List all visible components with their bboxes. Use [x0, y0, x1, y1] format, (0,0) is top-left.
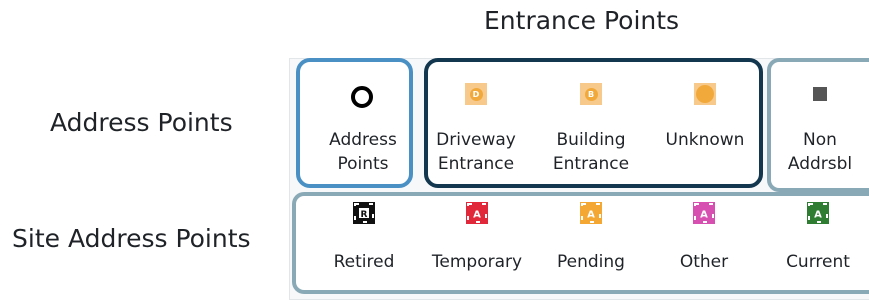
other-glyph: A — [700, 210, 708, 221]
unknown-entrance-icon — [694, 83, 716, 105]
pending-glyph: A — [587, 210, 595, 221]
site-address-points-heading: Site Address Points — [12, 224, 251, 253]
building-entrance-icon: B — [580, 83, 602, 105]
building-label-line1: Building — [556, 130, 626, 150]
nonaddr-label-line2: Addrsbl — [787, 154, 853, 174]
legend-item-other-label: Other — [679, 252, 729, 272]
other-site-icon: A — [693, 202, 715, 224]
legend-item-pending-label: Pending — [557, 252, 625, 272]
building-label-line2: Entrance — [552, 154, 630, 174]
retired-site-icon: R — [353, 202, 375, 224]
black-ring-icon — [351, 86, 373, 108]
nonaddr-label-line1: Non — [803, 130, 837, 150]
building-entrance-glyph: B — [584, 87, 598, 101]
address-label-line1: Address — [329, 130, 397, 150]
retired-glyph: R — [361, 210, 368, 220]
driveway-label-line2: Entrance — [437, 154, 515, 174]
legend-item-temporary-label: Temporary — [431, 252, 523, 272]
pending-site-icon: A — [580, 202, 602, 224]
legend-item-current-label: Current — [786, 252, 850, 272]
driveway-label-line1: Driveway — [436, 130, 516, 150]
driveway-entrance-glyph: D — [469, 87, 483, 101]
legend-item-non-addressable-label: Non Addrsbl — [780, 128, 860, 176]
driveway-entrance-icon: D — [465, 83, 487, 105]
legend-item-address-points-label: Address Points — [318, 128, 408, 176]
legend-item-unknown-label: Unknown — [665, 130, 745, 150]
legend-item-building-entrance-label: Building Entrance — [545, 128, 637, 176]
current-glyph: A — [814, 210, 822, 221]
unknown-entrance-dot — [696, 85, 714, 103]
legend-item-retired-label: Retired — [333, 252, 395, 272]
legend-item-driveway-entrance-label: Driveway Entrance — [430, 128, 522, 176]
address-label-line2: Points — [337, 154, 389, 174]
address-points-heading: Address Points — [50, 108, 233, 137]
current-site-icon: A — [807, 202, 829, 224]
temporary-site-icon: A — [466, 202, 488, 224]
gray-square-icon — [813, 87, 827, 101]
entrance-points-heading: Entrance Points — [484, 6, 680, 35]
temporary-glyph: A — [473, 210, 481, 221]
